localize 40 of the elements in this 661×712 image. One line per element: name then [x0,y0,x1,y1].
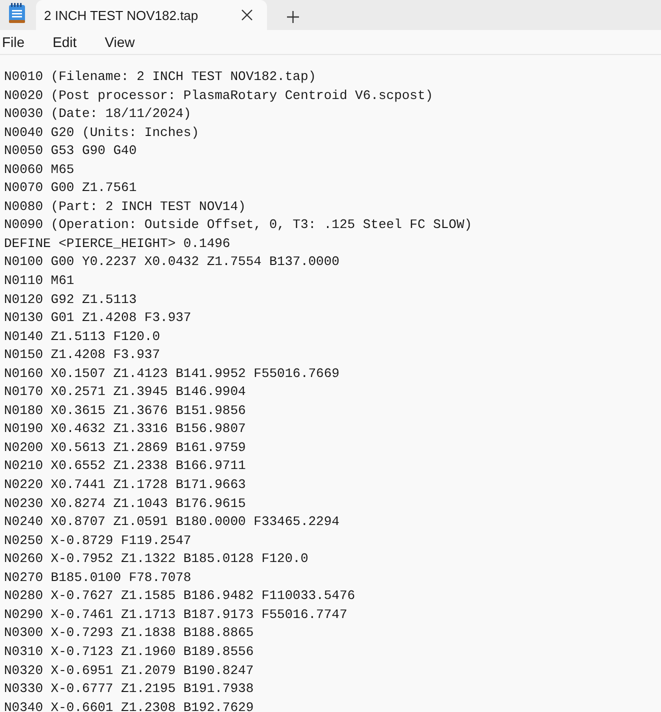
code-line: N0070 G00 Z1.7561 [4,179,138,198]
file-tab[interactable]: 2 INCH TEST NOV182.tap [36,0,267,30]
code-line: N0100 G00 Y0.2237 X0.0432 Z1.7554 B137.0000 [4,253,340,272]
code-line: N0170 X0.2571 Z1.3945 B146.9904 [4,383,247,402]
code-line: N0150 Z1.4208 F3.937 [4,346,162,364]
code-line: N0260 X-0.7952 Z1.1322 B185.0128 F120.0 [4,550,310,568]
code-line: N0060 M65 [4,160,76,179]
code-line: N0310 X-0.7123 Z1.1960 B189.8556 [4,642,255,661]
code-line: N0280 X-0.7627 Z1.1585 B186.9482 F110033.5476 [4,587,356,606]
code-line: N0020 (Post processor: PlasmaRotary Centroid V6.scpost) [4,86,434,105]
notepad-icon [8,2,26,24]
code-line: N0120 G92 Z1.5113 [4,290,138,309]
code-line: N0140 Z1.5113 F120.0 [4,328,162,346]
code-line: DEFINE <PIERCE_HEIGHT> 0.1496 [4,234,232,253]
code-line: N0320 X-0.6951 Z1.2079 B190.8247 [4,662,255,680]
code-line: N0210 X0.6552 Z1.2338 B166.9711 [4,457,247,476]
code-line: N0030 (Date: 18/11/2024) [4,105,192,124]
code-line: N0250 X-0.8729 F119.2547 [4,532,192,550]
code-line: N0220 X0.7441 Z1.1728 B171.9663 [4,476,247,494]
code-line: N0090 (Operation: Outside Offset, 0, T3: .125 Steel FC SLOW) [4,216,474,234]
code-line: N0110 M61 [4,272,76,290]
menu-item[interactable]: Edit [52,30,77,54]
menu-item[interactable]: View [104,30,135,54]
code-line: N0230 X0.8274 Z1.1043 B176.9615 [4,494,247,513]
code-line: N0040 G20 (Units: Inches) [4,124,200,142]
menu-item[interactable]: File [2,30,25,54]
code-line: N0080 (Part: 2 INCH TEST NOV14) [4,198,247,216]
code-line: N0130 G01 Z1.4208 F3.937 [4,309,192,328]
code-line: N0180 X0.3615 Z1.3676 B151.9856 [4,402,247,420]
code-line: N0010 (Filename: 2 INCH TEST NOV182.tap) [4,68,318,86]
code-line: N0330 X-0.6777 Z1.2195 B191.7938 [4,680,255,698]
code-line: N0190 X0.4632 Z1.3316 B156.9807 [4,420,247,438]
code-line: N0160 X0.1507 Z1.4123 B141.9952 F55016.7669 [4,364,340,383]
code-line: N0050 G53 G90 G40 [4,142,138,160]
code-line: N0240 X0.8707 Z1.0591 B180.0000 F33465.2294 [4,513,340,532]
code-line: N0300 X-0.7293 Z1.1838 B188.8865 [4,624,255,642]
code-line: N0340 X-0.6601 Z1.2308 B192.7629 [4,698,255,712]
code-line: N0290 X-0.7461 Z1.1713 B187.9173 F55016.7747 [4,606,348,624]
code-line: N0200 X0.5613 Z1.2869 B161.9759 [4,438,247,457]
code-line: N0270 B185.0100 F78.7078 [4,568,192,587]
